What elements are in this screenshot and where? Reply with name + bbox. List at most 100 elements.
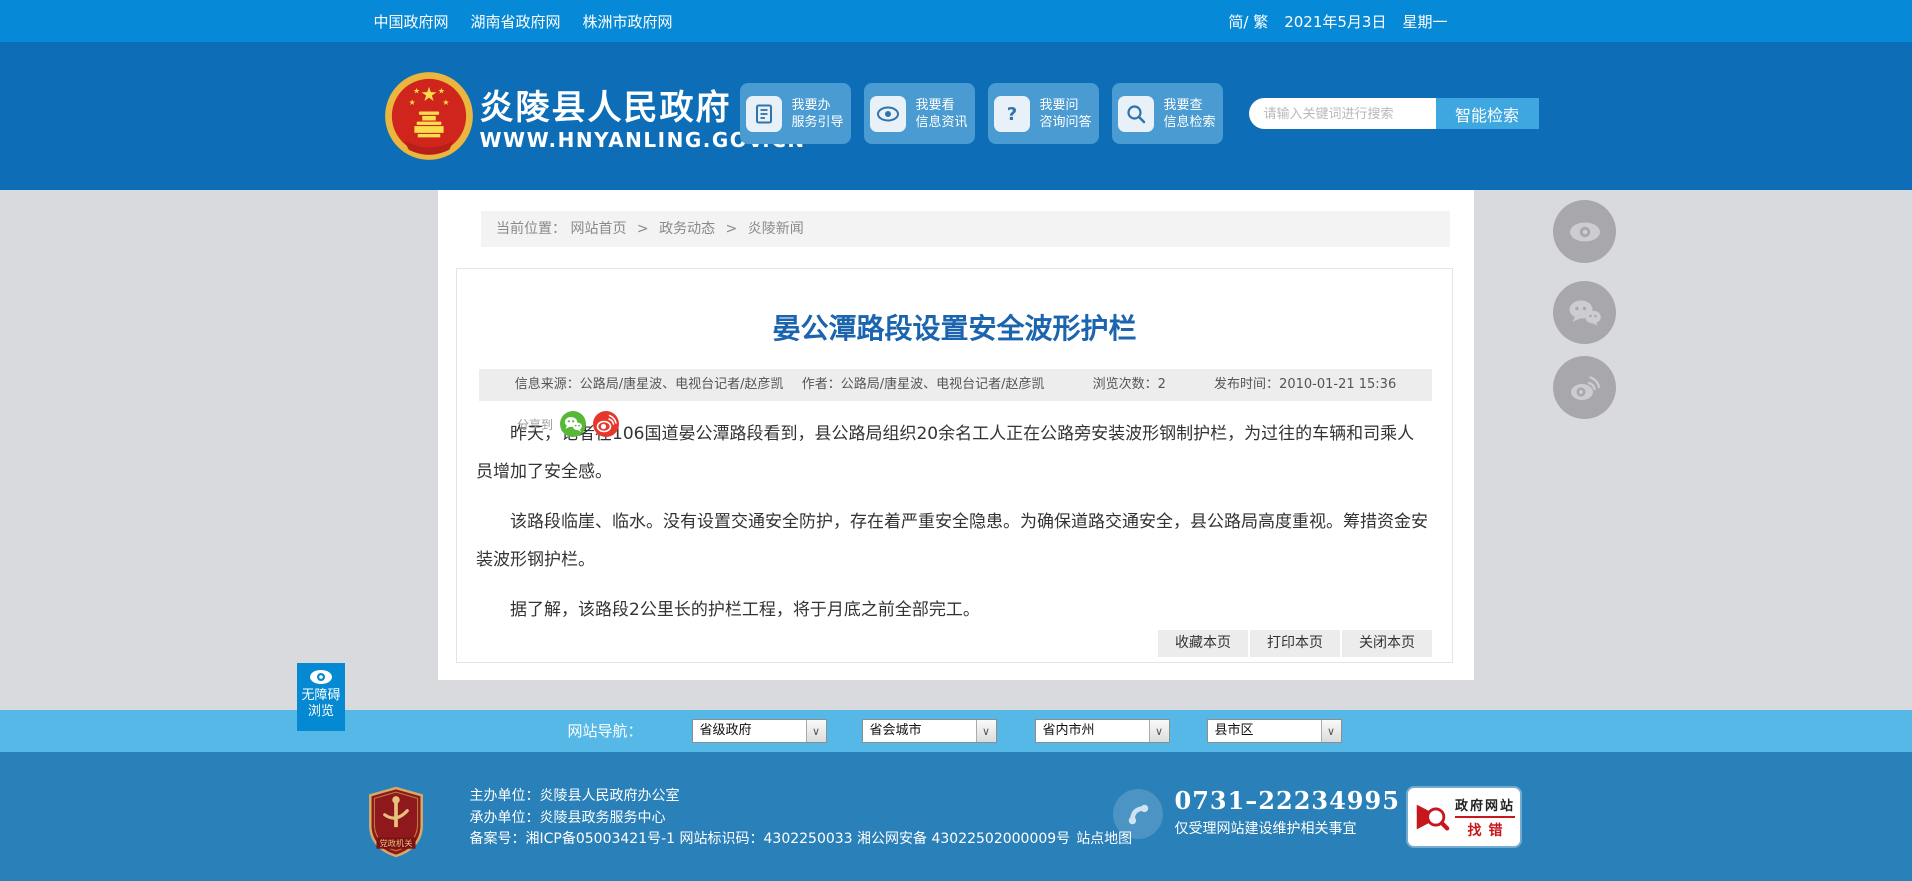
topbar-link-china-gov[interactable]: 中国政府网 xyxy=(374,11,449,32)
article-paragraph: 据了解，该路段2公里长的护栏工程，将于月底之前全部完工。 xyxy=(510,600,980,620)
main-area: 当前位置： 网站首页 > 政务动态 > 炎陵新闻 晏公潭路段设置安全波形护栏 信… xyxy=(0,190,1912,710)
topbar-link-zhuzhou-gov[interactable]: 株洲市政府网 xyxy=(583,11,673,32)
breadcrumb-zhengwu[interactable]: 政务动态 xyxy=(659,221,715,237)
service-button-woyaocha[interactable]: 我要查 信息检索 xyxy=(1111,83,1223,144)
weibo-share-icon[interactable] xyxy=(593,411,620,437)
breadcrumb-separator: > xyxy=(725,221,738,237)
chevron-down-icon: ∨ xyxy=(1148,720,1169,742)
select-value: 县市区 xyxy=(1214,723,1254,738)
chevron-down-icon: ∨ xyxy=(975,720,996,742)
footer-row-operator: 承办单位：炎陵县政务服务中心 xyxy=(470,808,1133,830)
breadcrumb: 当前位置： 网站首页 > 政务动态 > 炎陵新闻 xyxy=(481,211,1450,247)
article-paragraph: 该路段临崖、临水。没有设置交通安全防护，存在着严重安全隐患。为确保道路交通安全，… xyxy=(476,512,1428,570)
service-label-line2: 信息资讯 xyxy=(915,114,968,130)
article-panel: 晏公潭路段设置安全波形护栏 信息来源：公路局/唐星波、电视台记者/赵彦凯 作者：… xyxy=(456,268,1453,663)
reading-mode-float-button[interactable] xyxy=(1553,200,1616,263)
lang-toggle[interactable]: 简/ 繁 xyxy=(1228,11,1268,32)
search-input[interactable] xyxy=(1248,98,1436,129)
chevron-down-icon: ∨ xyxy=(805,720,826,742)
error-report-line1: 政府网站 xyxy=(1454,795,1515,818)
article-paragraph: 昨天，记者在106国道晏公潭路段看到，县公路局组织20余名工人正在公路旁安装波形… xyxy=(476,424,1415,482)
meta-author-label: 作者： xyxy=(801,377,841,392)
svg-text:★: ★ xyxy=(413,87,420,96)
service-label-line1: 我要问 xyxy=(1039,97,1079,113)
footer-value: 炎陵县政务服务中心 xyxy=(539,809,666,826)
favorite-page-button[interactable]: 收藏本页 xyxy=(1158,630,1248,657)
select-county-districts[interactable]: 县市区 ∨ xyxy=(1206,719,1342,743)
contact-phone-note: 仅受理网站建设维护相关事宜 xyxy=(1174,821,1357,837)
topbar-right: 简/ 繁 2021年5月3日 星期一 xyxy=(1228,11,1447,32)
wechat-share-icon[interactable] xyxy=(560,411,587,437)
accessibility-label-line2: 浏览 xyxy=(307,704,334,719)
question-icon: ? xyxy=(994,95,1031,132)
service-label-line1: 我要看 xyxy=(915,97,955,113)
service-button-woyaokan[interactable]: 我要看 信息资讯 xyxy=(863,83,975,144)
eye-icon xyxy=(310,670,332,684)
footer-row-icp: 备案号：湘ICP备05003421号-1 网站标识码：4302250033 湘公… xyxy=(470,829,1133,851)
site-nav-label: 网站导航： xyxy=(567,722,643,740)
topbar-link-hunan-gov[interactable]: 湖南省政府网 xyxy=(471,11,561,32)
svg-text:★: ★ xyxy=(408,98,415,107)
meta-time-label: 发布时间： xyxy=(1214,377,1280,392)
meta-time-value: 2010-01-21 15:36 xyxy=(1279,377,1397,392)
article-title: 晏公潭路段设置安全波形护栏 xyxy=(772,312,1137,345)
article-actions: 收藏本页 打印本页 关闭本页 xyxy=(1158,630,1432,657)
error-report-icon xyxy=(1416,804,1450,831)
footer-label: 备案号： xyxy=(469,831,526,847)
select-provincial-gov[interactable]: 省级政府 ∨ xyxy=(691,719,827,743)
footer-info: 主办单位：炎陵县人民政府办公室 承办单位：炎陵县政务服务中心 备案号：湘ICP备… xyxy=(470,786,1133,851)
document-icon xyxy=(746,95,783,132)
gov-site-error-report-badge[interactable]: 政府网站 找错 xyxy=(1407,788,1520,846)
weibo-float-button[interactable] xyxy=(1553,356,1616,419)
footer-label: 承办单位： xyxy=(469,809,540,826)
wechat-icon xyxy=(1569,300,1601,326)
share-widget: 分享到 xyxy=(517,411,620,437)
footer-label: 主办单位： xyxy=(469,788,540,804)
footer-value: 湘ICP备05003421号-1 网站标识码：4302250033 湘公网安备 … xyxy=(525,831,1071,847)
select-capital-cities[interactable]: 省会城市 ∨ xyxy=(861,719,997,743)
party-gov-badge-icon: 党政机关 xyxy=(368,786,423,858)
svg-text:党政机关: 党政机关 xyxy=(379,838,412,848)
service-label-line2: 信息检索 xyxy=(1163,114,1216,130)
breadcrumb-home[interactable]: 网站首页 xyxy=(570,221,626,237)
article-body: 昨天，记者在106国道晏公潭路段看到，县公路局组织20余名工人正在公路旁安装波形… xyxy=(476,415,1431,641)
close-page-button[interactable]: 关闭本页 xyxy=(1342,630,1432,657)
accessibility-browse-button[interactable]: 无障碍 浏览 xyxy=(297,663,345,731)
meta-author-value: 公路局/唐星波、电视台记者/赵彦凯 xyxy=(840,377,1045,392)
topbar: 中国政府网 湖南省政府网 株洲市政府网 简/ 繁 2021年5月3日 星期一 xyxy=(0,0,1912,42)
print-page-button[interactable]: 打印本页 xyxy=(1250,630,1340,657)
footer-row-sponsor: 主办单位：炎陵县人民政府办公室 xyxy=(470,786,1133,808)
wechat-float-button[interactable] xyxy=(1553,281,1616,344)
service-label-line1: 我要查 xyxy=(1163,97,1203,113)
select-value: 省内市州 xyxy=(1042,723,1095,738)
footer-value: 炎陵县人民政府办公室 xyxy=(539,788,680,804)
meta-views-value: 2 xyxy=(1157,377,1166,392)
topbar-links: 中国政府网 湖南省政府网 株洲市政府网 xyxy=(374,11,673,32)
eye-icon xyxy=(870,95,907,132)
service-button-woyaoban[interactable]: 我要办 服务引导 xyxy=(739,83,851,144)
site-title: 炎陵县人民政府 xyxy=(479,88,732,128)
national-emblem-logo: ★ ★ ★ ★ xyxy=(384,72,473,160)
svg-text:?: ? xyxy=(1007,104,1017,125)
select-value: 省级政府 xyxy=(699,723,752,738)
select-province-cities[interactable]: 省内市州 ∨ xyxy=(1034,719,1170,743)
service-button-label: 我要查 信息检索 xyxy=(1163,97,1215,131)
error-report-line2: 找错 xyxy=(1467,822,1510,839)
svg-text:★: ★ xyxy=(442,98,449,107)
breadcrumb-label: 当前位置： xyxy=(496,221,566,237)
site-nav-band: 网站导航： 省级政府 ∨ 省会城市 ∨ 省内市州 ∨ 县市区 ∨ xyxy=(0,710,1912,752)
service-button-woyaowen[interactable]: ? 我要问 咨询问答 xyxy=(987,83,1099,144)
select-value: 省会城市 xyxy=(869,723,922,738)
service-button-label: 我要看 信息资讯 xyxy=(915,97,967,131)
footer: 党政机关 主办单位：炎陵县人民政府办公室 承办单位：炎陵县政务服务中心 备案号：… xyxy=(0,752,1912,881)
service-button-label: 我要办 服务引导 xyxy=(791,97,843,131)
breadcrumb-news[interactable]: 炎陵新闻 xyxy=(748,221,804,237)
eye-icon xyxy=(1569,222,1600,241)
smart-search-button[interactable]: 智能检索 xyxy=(1435,98,1539,129)
svg-text:★: ★ xyxy=(437,87,444,96)
weibo-icon xyxy=(1570,375,1600,400)
search-bar: 智能检索 xyxy=(1248,98,1539,129)
phone-icon xyxy=(1112,789,1163,839)
meta-views-label: 浏览次数： xyxy=(1092,377,1158,392)
accessibility-label-line1: 无障碍 xyxy=(301,688,341,703)
